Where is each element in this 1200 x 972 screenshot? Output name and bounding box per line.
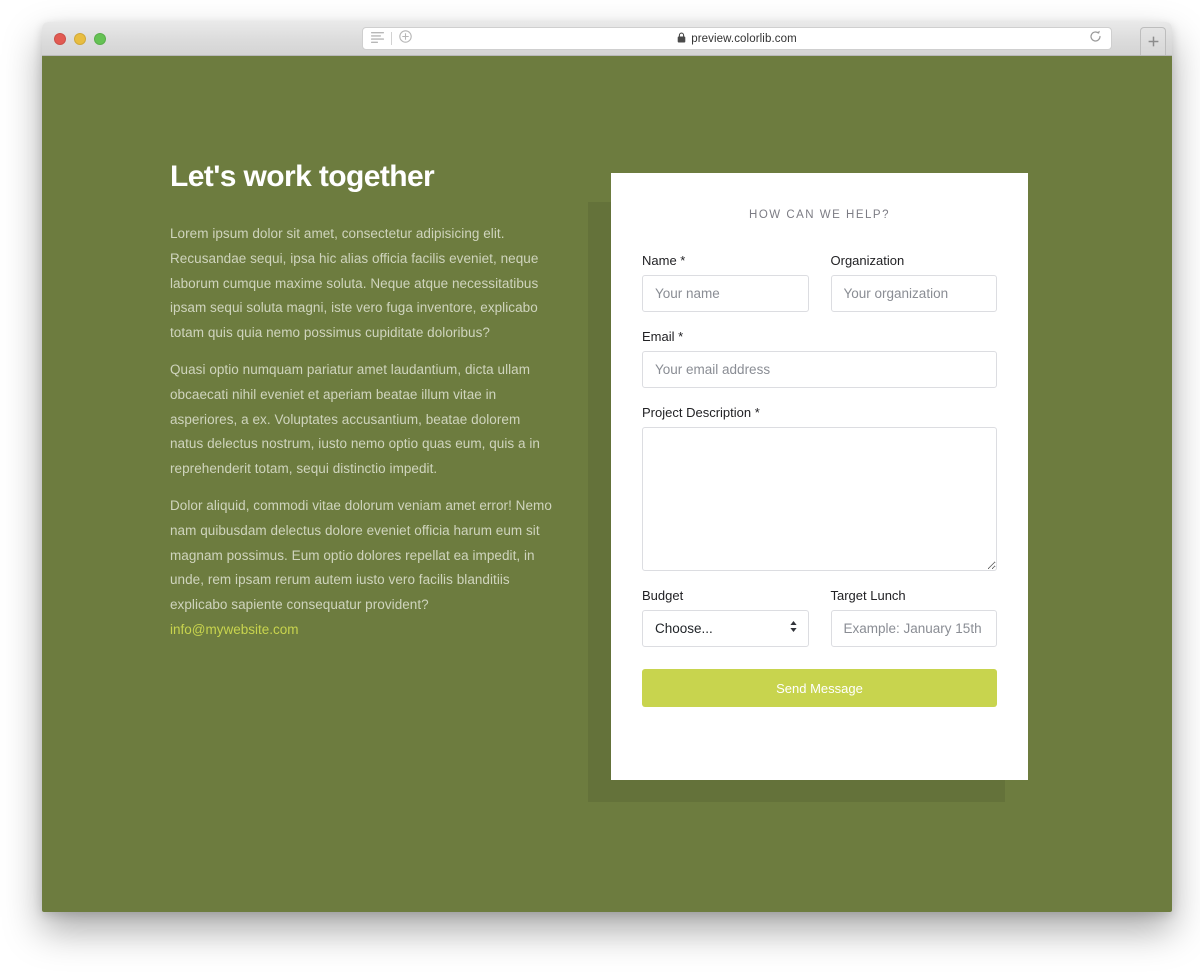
browser-titlebar: preview.colorlib.com bbox=[42, 22, 1172, 56]
project-description-textarea[interactable] bbox=[642, 427, 997, 571]
target-lunch-label: Target Lunch bbox=[830, 588, 906, 603]
organization-label: Organization bbox=[830, 253, 905, 268]
address-bar-url: preview.colorlib.com bbox=[677, 30, 797, 48]
browser-window: preview.colorlib.com Let's work together… bbox=[42, 22, 1172, 912]
hero-paragraph-1: Lorem ipsum dolor sit amet, consectetur … bbox=[170, 226, 539, 341]
minimize-window-button[interactable] bbox=[74, 32, 86, 45]
field-email: Email * bbox=[642, 329, 997, 388]
reader-view-icon[interactable] bbox=[371, 30, 384, 48]
form-row-name-organization: Name * Organization bbox=[642, 253, 997, 312]
email-label: Email * bbox=[642, 329, 684, 344]
field-organization: Organization bbox=[830, 253, 997, 312]
address-bar-container: preview.colorlib.com bbox=[362, 27, 1112, 50]
reload-icon[interactable] bbox=[1089, 30, 1102, 48]
field-target-lunch: Target Lunch bbox=[830, 588, 997, 647]
send-message-button[interactable]: Send Message bbox=[642, 669, 997, 707]
plus-icon bbox=[1148, 36, 1158, 47]
page-viewport: Let's work together Lorem ipsum dolor si… bbox=[42, 56, 1172, 912]
hero-text-column: Let's work together Lorem ipsum dolor si… bbox=[170, 160, 552, 643]
new-tab-button[interactable] bbox=[1140, 27, 1166, 55]
lock-icon bbox=[677, 30, 686, 48]
email-input[interactable] bbox=[642, 351, 997, 388]
field-name: Name * bbox=[642, 253, 809, 312]
page-title: Let's work together bbox=[170, 160, 435, 193]
url-text: preview.colorlib.com bbox=[691, 32, 797, 45]
address-bar[interactable]: preview.colorlib.com bbox=[362, 27, 1112, 50]
contact-form-card: HOW CAN WE HELP? Name * Organization Ema… bbox=[611, 173, 1028, 780]
field-project-description: Project Description * bbox=[642, 405, 997, 571]
hero-paragraph-2: Quasi optio numquam pariatur amet laudan… bbox=[170, 361, 540, 477]
field-budget: Budget Choose... bbox=[642, 588, 809, 647]
email-link[interactable]: info@mywebsite.com bbox=[170, 618, 299, 643]
form-row-budget-target: Budget Choose... Target Lunch Example: J… bbox=[642, 588, 997, 647]
traffic-lights bbox=[54, 32, 106, 45]
name-label: Name * bbox=[642, 253, 686, 268]
name-input[interactable] bbox=[642, 275, 809, 312]
project-description-label: Project Description * bbox=[642, 405, 760, 420]
target-lunch-input[interactable] bbox=[830, 610, 997, 647]
maximize-window-button[interactable] bbox=[94, 32, 106, 45]
budget-label: Budget bbox=[642, 588, 684, 603]
icon-divider bbox=[391, 32, 392, 45]
plus-circle-icon[interactable] bbox=[399, 29, 412, 48]
budget-select-wrapper: Choose... bbox=[642, 610, 809, 647]
organization-input[interactable] bbox=[830, 275, 997, 312]
address-bar-left-icons bbox=[371, 28, 412, 49]
close-window-button[interactable] bbox=[54, 32, 66, 45]
hero-paragraph-3: Dolor aliquid, commodi vitae dolorum ven… bbox=[170, 497, 552, 613]
budget-select[interactable]: Choose... bbox=[642, 610, 809, 647]
form-title: HOW CAN WE HELP? bbox=[749, 209, 890, 221]
